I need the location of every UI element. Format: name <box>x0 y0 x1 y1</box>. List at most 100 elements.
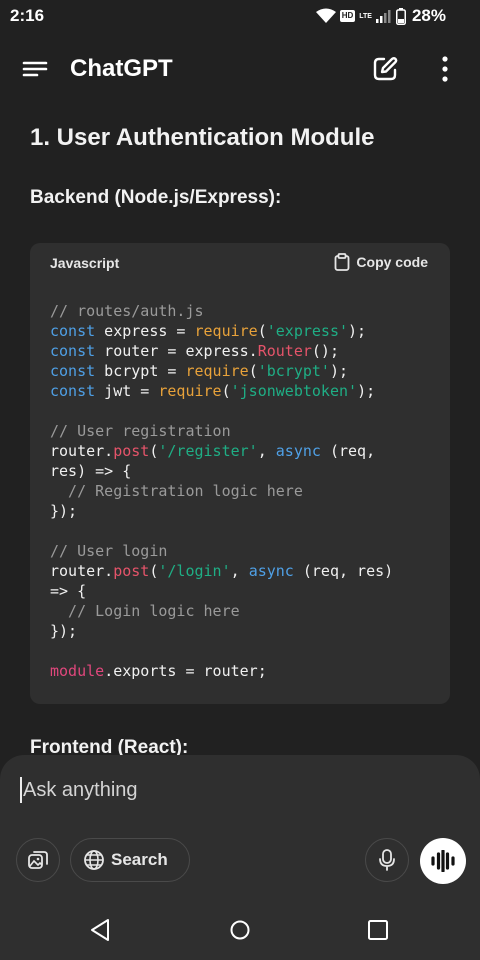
code-line: // User registration <box>50 421 440 441</box>
code-token: async <box>275 442 321 460</box>
attach-image-icon <box>28 851 48 869</box>
chat-screen: 2:16 HD LTE 28% ChatGPT 1. User Authenti… <box>0 0 480 960</box>
code-token: 'bcrypt' <box>257 362 330 380</box>
code-token: bcrypt = <box>95 362 186 380</box>
code-token: '/login' <box>158 562 231 580</box>
recents-icon <box>368 920 388 940</box>
battery-percent: 28% <box>411 6 446 25</box>
code-token: // User registration <box>50 422 231 440</box>
lte-label: LTE <box>359 12 372 20</box>
nav-home-button[interactable] <box>228 918 252 942</box>
code-token: router = express. <box>95 342 258 360</box>
code-token: const <box>50 382 96 400</box>
menu-button[interactable] <box>20 54 50 84</box>
app-title[interactable]: ChatGPT <box>70 55 173 83</box>
code-token: (); <box>311 342 339 360</box>
signal-icon <box>375 10 391 23</box>
voice-mode-icon <box>431 850 455 872</box>
code-token: }); <box>50 622 78 640</box>
ask-placeholder: Ask anything <box>23 778 138 801</box>
code-token: }); <box>50 502 78 520</box>
code-line: }); <box>50 621 440 641</box>
code-token: post <box>113 562 150 580</box>
code-token: async <box>248 562 294 580</box>
back-icon <box>91 919 109 941</box>
code-token: 'jsonwebtoken' <box>230 382 358 400</box>
globe-icon <box>84 850 104 870</box>
hd-badge: HD <box>339 10 356 22</box>
mic-icon <box>379 849 395 871</box>
copy-code-button[interactable]: Copy code <box>334 253 428 271</box>
code-token: ( <box>248 362 258 380</box>
code-token: ); <box>357 382 376 400</box>
code-line: // routes/auth.js <box>50 301 440 321</box>
wifi-icon <box>315 8 336 23</box>
code-token: require <box>185 362 249 380</box>
backend-subheading: Backend (Node.js/Express): <box>30 187 282 208</box>
code-line: router.post('/register', async (req, <box>50 441 440 461</box>
code-line: res) => { <box>50 461 440 481</box>
more-vert-icon <box>442 56 448 82</box>
code-token: router. <box>50 562 114 580</box>
clipboard-icon <box>335 253 350 271</box>
code-line: router.post('/login', async (req, res) <box>50 561 440 581</box>
attach-button[interactable] <box>16 838 60 882</box>
code-line: => { <box>50 581 440 601</box>
code-line: // Registration logic here <box>50 481 440 501</box>
code-body: // routes/auth.js const express = require… <box>50 301 440 681</box>
code-line: const bcrypt = require('bcrypt'); <box>50 361 440 381</box>
code-line: module.exports = router; <box>50 661 440 681</box>
code-token: const <box>50 342 96 360</box>
more-options-button[interactable] <box>432 54 458 84</box>
copy-code-label: Copy code <box>356 254 428 270</box>
search-button[interactable]: Search <box>70 838 190 882</box>
new-chat-icon <box>373 57 398 81</box>
code-token: const <box>50 322 96 340</box>
code-token: , <box>257 442 276 460</box>
message-heading: 1. User Authentication Module <box>30 124 375 151</box>
code-token: module <box>50 662 105 680</box>
status-icons: HD LTE 28% <box>315 6 446 26</box>
code-line: const router = express.Router(); <box>50 341 440 361</box>
code-line: // User login <box>50 541 440 561</box>
code-token: const <box>50 362 96 380</box>
new-chat-button[interactable] <box>370 54 400 84</box>
code-token: (req, <box>320 442 376 460</box>
code-token: => { <box>50 582 87 600</box>
status-bar: 2:16 HD LTE 28% <box>0 0 480 32</box>
code-token: res) => { <box>50 462 132 480</box>
text-caret <box>20 777 22 803</box>
code-token: express = <box>95 322 195 340</box>
search-label: Search <box>111 850 168 869</box>
code-line: const express = require('express'); <box>50 321 440 341</box>
ask-input[interactable]: Ask anything <box>20 777 138 803</box>
voice-mode-button[interactable] <box>420 838 466 884</box>
mic-button[interactable] <box>365 838 409 882</box>
code-token: // routes/auth.js <box>50 302 204 320</box>
menu-icon <box>22 61 48 77</box>
code-line: const jwt = require('jsonwebtoken'); <box>50 381 440 401</box>
code-token: require <box>194 322 258 340</box>
code-token: Router <box>257 342 312 360</box>
code-language-label: Javascript <box>50 255 120 271</box>
code-token: require <box>158 382 222 400</box>
code-token: '/register' <box>158 442 258 460</box>
nav-back-button[interactable] <box>89 918 113 942</box>
code-token: router. <box>50 442 114 460</box>
status-time: 2:16 <box>10 6 45 25</box>
code-token: ( <box>221 382 231 400</box>
code-token: ( <box>257 322 267 340</box>
code-line: }); <box>50 501 440 521</box>
code-token: jwt = <box>95 382 159 400</box>
code-token: .exports = router; <box>104 662 267 680</box>
code-token: , <box>230 562 249 580</box>
code-token: // Login logic here <box>50 602 240 620</box>
code-token: // Registration logic here <box>50 482 303 500</box>
code-token: post <box>113 442 150 460</box>
nav-recents-button[interactable] <box>366 918 390 942</box>
chat-content[interactable]: 1. User Authentication Module Backend (N… <box>0 100 480 760</box>
code-token: ); <box>329 362 349 380</box>
code-token: (req, res) <box>293 562 394 580</box>
